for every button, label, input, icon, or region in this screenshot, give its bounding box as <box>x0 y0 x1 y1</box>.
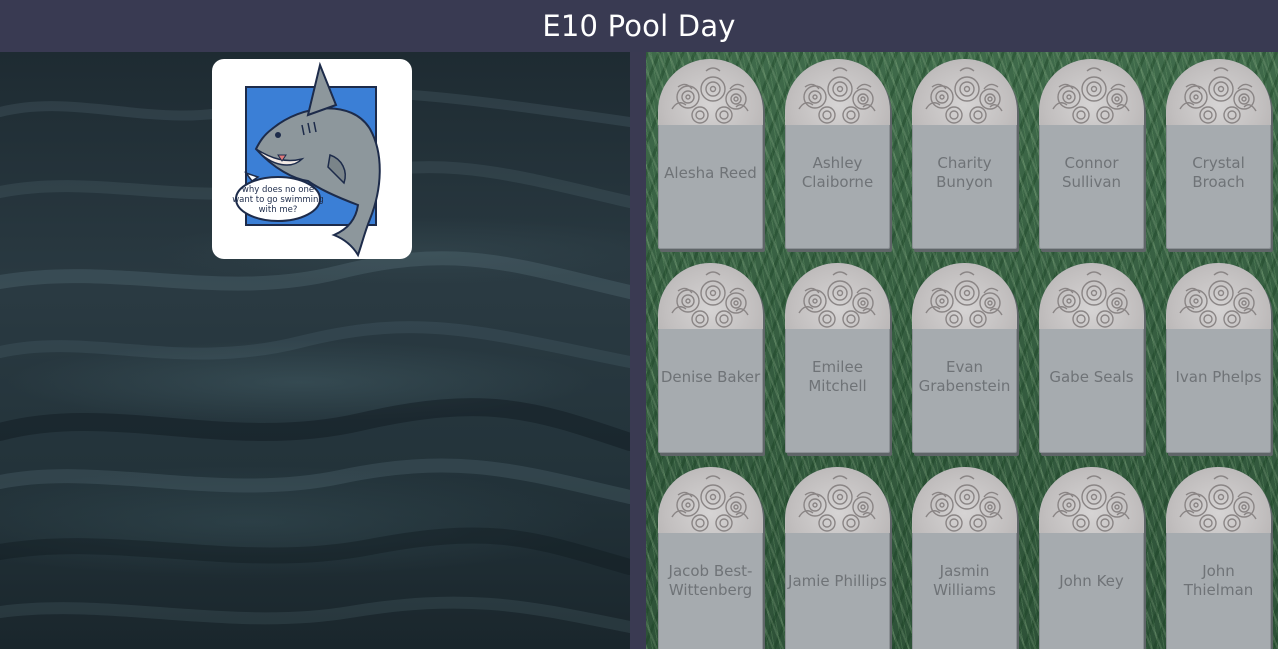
tombstone-cap <box>785 263 890 329</box>
page-header: E10 Pool Day <box>0 0 1278 52</box>
floral-carving <box>671 271 749 328</box>
floral-carving <box>1179 475 1257 532</box>
tombstone-cap <box>658 467 763 533</box>
tombstone-cap <box>1166 59 1271 125</box>
floral-carving <box>925 475 1003 532</box>
tombstone-name: John Key <box>1059 571 1124 590</box>
panel-divider <box>630 52 646 649</box>
tombstone-name: Ivan Phelps <box>1175 367 1262 386</box>
tombstone-name: Jacob Best-Wittenberg <box>668 562 753 599</box>
pool-water-panel: why does no one want to go swimming with… <box>0 52 630 649</box>
tombstone-cap <box>658 59 763 125</box>
tombstone-card[interactable]: Alesha Reed <box>658 59 763 249</box>
tombstone-name: Ashley Claiborne <box>801 154 874 191</box>
shark-illustration: why does no one want to go swimming with… <box>232 61 381 258</box>
tombstone-name: Charity Bunyon <box>936 154 993 191</box>
tombstone-card[interactable]: Charity Bunyon <box>912 59 1017 249</box>
floral-carving <box>671 475 749 532</box>
tombstone-cap <box>1166 467 1271 533</box>
tombstone-card[interactable]: Jamie Phillips <box>785 467 890 649</box>
tombstone-card[interactable]: Denise Baker <box>658 263 763 453</box>
floral-carving <box>798 271 876 328</box>
tombstone-cap <box>1039 263 1144 329</box>
shark-speech-line-1: why does no one <box>242 185 314 195</box>
tombstone-cap <box>912 59 1017 125</box>
shark-speech-line-2: want to go swimming <box>232 195 324 205</box>
floral-carving <box>1052 475 1130 532</box>
tombstone-name: Gabe Seals <box>1049 367 1134 386</box>
tombstone-name: Crystal Broach <box>1192 154 1245 191</box>
page-title: E10 Pool Day <box>542 9 736 43</box>
tombstone-cap <box>912 263 1017 329</box>
tombstone-name: Emilee Mitchell <box>808 358 867 395</box>
tombstone-card[interactable]: Gabe Seals <box>1039 263 1144 453</box>
tombstone-cap <box>785 467 890 533</box>
tombstone-cap <box>912 467 1017 533</box>
tombstone-cap <box>1039 59 1144 125</box>
tombstone-name: Jamie Phillips <box>788 571 887 590</box>
tombstone-card[interactable]: Emilee Mitchell <box>785 263 890 453</box>
tombstone-card[interactable]: John Thielman <box>1166 467 1271 649</box>
tombstone-card[interactable]: Evan Grabenstein <box>912 263 1017 453</box>
floral-carving <box>925 67 1003 124</box>
shark-speech-line-3: with me? <box>259 205 298 215</box>
tombstone-card[interactable]: John Key <box>1039 467 1144 649</box>
floral-carving <box>798 67 876 124</box>
tombstone-cap <box>785 59 890 125</box>
tombstone-name: Jasmin Williams <box>933 562 996 599</box>
tombstone-card[interactable]: Jasmin Williams <box>912 467 1017 649</box>
tombstone-name: Evan Grabenstein <box>918 358 1011 395</box>
tombstone-card[interactable]: Crystal Broach <box>1166 59 1271 249</box>
tombstone-cap <box>1039 467 1144 533</box>
tombstone-card[interactable]: Connor Sullivan <box>1039 59 1144 249</box>
floral-carving <box>671 67 749 124</box>
graveyard-panel: Alesha Reed Ashley Claiborne Charity Bunyo… <box>646 52 1278 649</box>
floral-carving <box>1052 67 1130 124</box>
floral-carving <box>925 271 1003 328</box>
tombstone-name: Alesha Reed <box>664 163 757 182</box>
tombstone-card[interactable]: Ivan Phelps <box>1166 263 1271 453</box>
tombstone-cap <box>658 263 763 329</box>
tombstone-card[interactable]: Jacob Best-Wittenberg <box>658 467 763 649</box>
tombstone-name: John Thielman <box>1183 562 1254 599</box>
floral-carving <box>1179 271 1257 328</box>
tombstone-grid: Alesha Reed Ashley Claiborne Charity Bunyo… <box>658 59 1271 649</box>
tombstone-cap <box>1166 263 1271 329</box>
floral-carving <box>798 475 876 532</box>
floral-carving <box>1179 67 1257 124</box>
tombstone-name: Connor Sullivan <box>1061 154 1122 191</box>
shark-sticker-card: why does no one want to go swimming with… <box>212 59 412 259</box>
tombstone-name: Denise Baker <box>660 367 761 386</box>
floral-carving <box>1052 271 1130 328</box>
tombstone-card[interactable]: Ashley Claiborne <box>785 59 890 249</box>
